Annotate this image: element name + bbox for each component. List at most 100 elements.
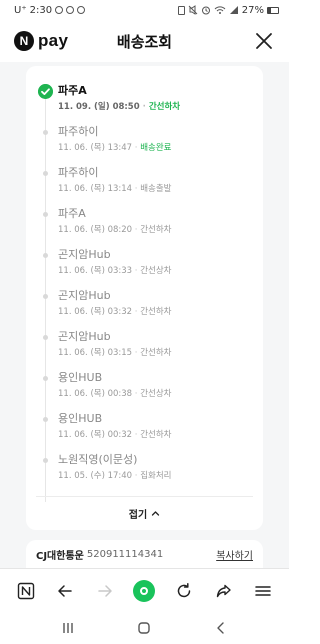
recent-apps-icon[interactable] (61, 621, 75, 635)
step-status: 집화처리 (140, 471, 172, 481)
timeline-step: 파주A 11. 06. (목) 08:20 · 간선하차 (26, 201, 263, 241)
step-meta: 11. 06. (목) 03:33 · 간선상차 (58, 266, 172, 276)
card-divider (36, 496, 253, 497)
npay-logo-mark: N (14, 31, 34, 51)
arrow-left-icon (58, 584, 73, 597)
timeline-dot (43, 130, 48, 135)
hamburger-icon (255, 585, 271, 596)
battery-percent: 27% (241, 4, 264, 16)
carrier-info: CJ대한통운 520911114341 복사하기 (26, 540, 263, 568)
browser-toolbar (0, 568, 289, 612)
share-icon (216, 584, 231, 597)
clock: 2:30 (29, 4, 53, 16)
step-date: 11. 09. (일) 08:50 (58, 102, 140, 112)
step-location: 용인HUB (58, 371, 103, 384)
step-date: 11. 06. (목) 00:38 (58, 389, 133, 399)
timeline-dot (43, 458, 48, 463)
step-status: 간선하차 (140, 307, 172, 317)
step-location: 파주A (58, 207, 86, 220)
check-circle-icon (38, 84, 53, 99)
arrow-right-icon (98, 584, 112, 597)
timeline-step: 파주하이 11. 06. (목) 13:14 · 배송출발 (26, 160, 263, 200)
menu-button[interactable] (250, 578, 276, 604)
status-right: 27% (177, 4, 279, 16)
timeline-step: 곤지암Hub 11. 06. (목) 03:32 · 간선하차 (26, 283, 263, 323)
step-location: 파주하이 (58, 125, 99, 138)
step-meta: 11. 06. (목) 13:14 · 배송출발 (58, 184, 172, 194)
timeline-dot (43, 376, 48, 381)
step-meta: 11. 06. (목) 03:32 · 간선하차 (58, 307, 172, 317)
step-meta: 11. 06. (목) 00:38 · 간선상차 (58, 389, 172, 399)
refresh-button[interactable] (171, 578, 197, 604)
step-status: 간선하차 (140, 225, 172, 235)
naver-home-button[interactable] (13, 578, 39, 604)
fold-button[interactable]: 접기 (26, 498, 263, 528)
step-date: 11. 06. (목) 00:32 (58, 430, 133, 440)
alarm-icon (201, 6, 210, 15)
step-meta: 11. 06. (목) 13:47 · 배송완료 (58, 143, 172, 153)
step-date: 11. 06. (목) 08:20 (58, 225, 133, 235)
notification-icon (66, 6, 75, 14)
timeline-dot (43, 335, 48, 340)
carrier-name: CJ대한통운 (36, 550, 84, 562)
timeline-step: 파주A 11. 09. (일) 08:50 · 간선하차 (26, 78, 263, 118)
step-location: 노원직영(이문성) (58, 453, 138, 466)
fold-label: 접기 (128, 509, 148, 521)
step-location: 파주A (58, 84, 87, 97)
step-date: 11. 06. (목) 13:14 (58, 184, 133, 194)
step-location: 곤지암Hub (58, 289, 111, 302)
timeline-step: 파주하이 11. 06. (목) 13:47 · 배송완료 (26, 119, 263, 159)
step-meta: 11. 06. (목) 03:15 · 간선하차 (58, 348, 172, 358)
step-location: 용인HUB (58, 412, 103, 425)
page-title: 배송조회 (116, 32, 173, 51)
step-status: 간선하차 (140, 430, 172, 440)
close-icon[interactable] (253, 30, 275, 52)
step-location: 파주하이 (58, 166, 99, 179)
step-date: 11. 05. (수) 17:40 (58, 471, 133, 481)
copy-button[interactable]: 복사하기 (216, 547, 253, 562)
timeline-dot (43, 171, 48, 176)
tracking-card: 파주A 11. 09. (일) 08:50 · 간선하차 파주하이 11. 06… (26, 66, 263, 530)
sim-icon (177, 5, 185, 15)
npay-logo[interactable]: N pay (14, 31, 68, 51)
green-dot-button[interactable] (131, 578, 157, 604)
notification-icon (55, 6, 64, 14)
step-meta: 11. 06. (목) 00:32 · 간선하차 (58, 430, 172, 440)
share-button[interactable] (211, 578, 237, 604)
timeline-step: 곤지암Hub 11. 06. (목) 03:15 · 간선하차 (26, 324, 263, 364)
system-nav-bar (0, 612, 289, 644)
step-date: 11. 06. (목) 03:33 (58, 266, 133, 276)
step-status: 배송완료 (140, 143, 172, 153)
timeline-step: 곤지암Hub 11. 06. (목) 03:33 · 간선상차 (26, 242, 263, 282)
timeline-dot (43, 212, 48, 217)
carrier-label: U⁺ (14, 4, 27, 16)
step-location: 곤지암Hub (58, 248, 111, 261)
forward-button[interactable] (92, 578, 118, 604)
npay-logo-text: pay (38, 31, 69, 50)
step-date: 11. 06. (목) 03:32 (58, 307, 133, 317)
chevron-up-icon (152, 510, 160, 516)
battery-icon (267, 6, 279, 14)
timeline-dot (43, 294, 48, 299)
step-location: 곤지암Hub (58, 330, 111, 343)
timeline-dot (43, 253, 48, 258)
timeline-step: 노원직영(이문성) 11. 05. (수) 17:40 · 집화처리 (26, 447, 263, 487)
header: N pay 배송조회 (0, 20, 289, 62)
step-meta: 11. 09. (일) 08:50 · 간선하차 (58, 102, 181, 112)
step-status: 간선상차 (140, 266, 172, 276)
timeline-step: 용인HUB 11. 06. (목) 00:38 · 간선상차 (26, 365, 263, 405)
timeline-step: 용인HUB 11. 06. (목) 00:32 · 간선하차 (26, 406, 263, 446)
home-icon[interactable] (137, 621, 151, 635)
system-back-icon[interactable] (214, 621, 228, 635)
back-button[interactable] (52, 578, 78, 604)
tracking-number: 520911114341 (86, 548, 164, 560)
refresh-icon (177, 582, 191, 597)
content-area[interactable]: 파주A 11. 09. (일) 08:50 · 간선하차 파주하이 11. 06… (0, 62, 289, 568)
timeline-dot (43, 417, 48, 422)
mute-icon (188, 5, 198, 15)
notification-icon (77, 6, 86, 14)
step-status: 간선상차 (140, 389, 172, 399)
step-date: 11. 06. (목) 13:47 (58, 143, 133, 153)
step-status: 간선하차 (140, 348, 172, 358)
signal-icon (229, 6, 238, 14)
